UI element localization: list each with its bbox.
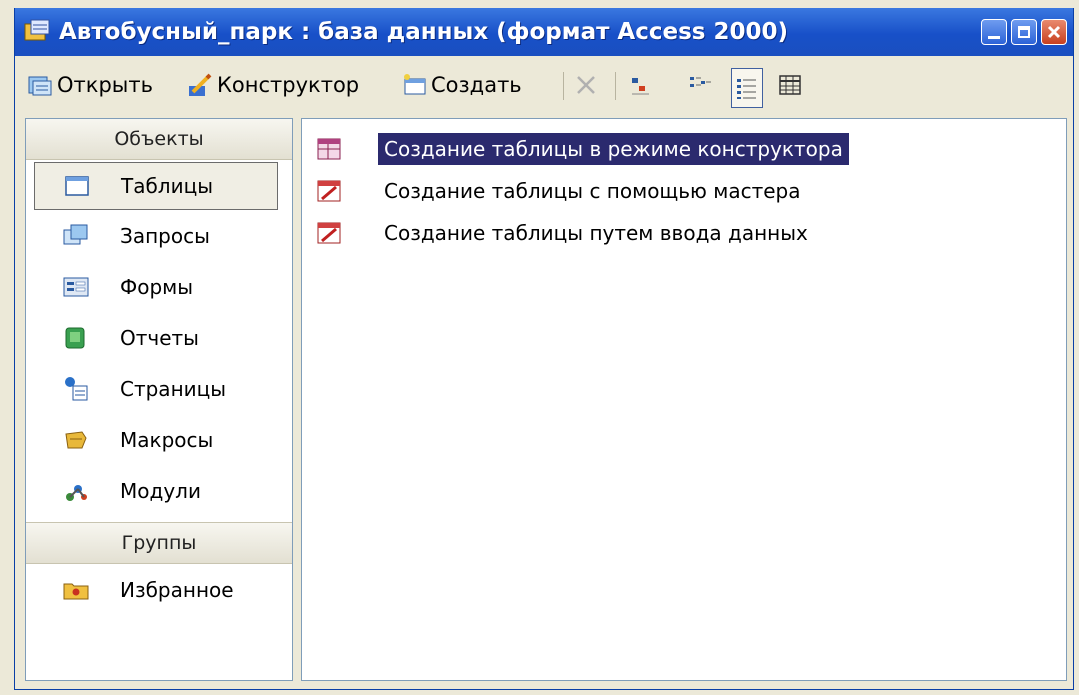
toolbar-separator bbox=[563, 72, 564, 100]
object-reports[interactable]: Отчеты bbox=[26, 312, 292, 363]
create-icon bbox=[404, 74, 426, 95]
objects-header[interactable]: Объекты bbox=[26, 119, 292, 160]
window-title: Автобусный_парк : база данных (формат Ac… bbox=[59, 19, 789, 45]
design-button[interactable]: Конструктор bbox=[187, 68, 359, 102]
maximize-button[interactable] bbox=[1011, 19, 1037, 45]
report-icon bbox=[65, 327, 85, 348]
macro-icon bbox=[65, 430, 87, 448]
delete-icon bbox=[577, 76, 595, 94]
close-icon bbox=[1047, 25, 1061, 39]
database-window: Автобусный_парк : база данных (формат Ac… bbox=[14, 8, 1074, 690]
database-icon bbox=[24, 19, 50, 41]
open-icon bbox=[28, 76, 52, 96]
module-icon bbox=[66, 484, 87, 501]
maximize-icon bbox=[1018, 26, 1030, 38]
list-item[interactable]: Создание таблицы с помощью мастера bbox=[316, 173, 801, 209]
large-icons-button[interactable] bbox=[629, 68, 659, 102]
objects-panel: Объекты Таблицы Запросы Формы Отчеты Стр… bbox=[25, 118, 293, 681]
create-table-entry-icon bbox=[317, 222, 341, 244]
list-view-button[interactable] bbox=[731, 68, 763, 108]
table-icon bbox=[65, 176, 89, 196]
details-view-icon bbox=[779, 75, 801, 95]
details-view-button[interactable] bbox=[777, 68, 807, 102]
create-table-design-icon bbox=[317, 138, 341, 160]
create-button[interactable]: Создать bbox=[401, 68, 522, 102]
form-icon bbox=[63, 277, 89, 296]
large-icons-icon bbox=[632, 78, 649, 95]
object-macros[interactable]: Макросы bbox=[26, 414, 292, 465]
object-tables[interactable]: Таблицы bbox=[34, 162, 278, 210]
open-button[interactable]: Открыть bbox=[27, 68, 153, 102]
list-item[interactable]: Создание таблицы в режиме конструктора bbox=[316, 131, 849, 167]
object-queries[interactable]: Запросы bbox=[26, 210, 292, 261]
list-item[interactable]: Создание таблицы путем ввода данных bbox=[316, 215, 808, 251]
delete-button[interactable] bbox=[573, 68, 603, 102]
create-table-wizard-icon bbox=[317, 180, 341, 202]
design-icon bbox=[189, 73, 212, 96]
title-bar[interactable]: Автобусный_парк : база данных (формат Ac… bbox=[15, 8, 1073, 56]
object-list: Создание таблицы в режиме конструктора С… bbox=[301, 118, 1067, 681]
minimize-icon bbox=[988, 36, 1000, 39]
object-pages[interactable]: Страницы bbox=[26, 363, 292, 414]
list-view-icon bbox=[737, 79, 756, 99]
object-forms[interactable]: Формы bbox=[26, 261, 292, 312]
object-modules[interactable]: Модули bbox=[26, 465, 292, 516]
minimize-button[interactable] bbox=[981, 19, 1007, 45]
toolbar: Открыть Конструктор Создать bbox=[15, 60, 1073, 112]
toolbar-separator bbox=[615, 72, 616, 100]
small-icons-icon bbox=[690, 77, 711, 87]
close-button[interactable] bbox=[1041, 19, 1067, 45]
small-icons-button[interactable] bbox=[687, 68, 717, 102]
query-icon bbox=[63, 224, 88, 244]
group-favorites[interactable]: Избранное bbox=[26, 564, 292, 615]
favorites-folder-icon bbox=[63, 583, 89, 599]
groups-header[interactable]: Группы bbox=[26, 522, 292, 564]
page-icon bbox=[65, 376, 88, 400]
